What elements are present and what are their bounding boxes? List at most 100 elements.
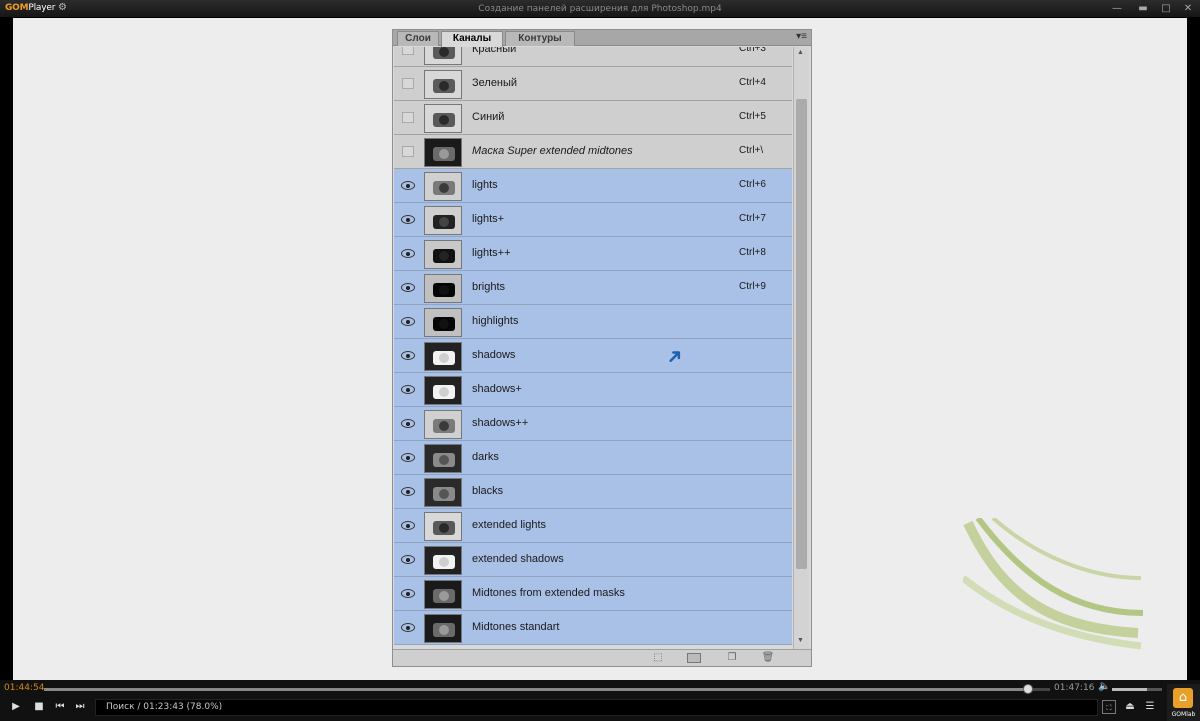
channel-row[interactable]: Красный Ctrl+3	[394, 47, 792, 67]
channel-name: highlights	[472, 315, 519, 327]
maximize-button[interactable]: □	[1158, 1, 1174, 17]
gomlab-button[interactable]: ⌂ GOMlab	[1167, 684, 1200, 721]
channel-name: blacks	[472, 485, 504, 497]
channel-name: Midtones standart	[472, 621, 560, 633]
pin-button[interactable]: —	[1109, 1, 1125, 17]
visibility-toggle[interactable]	[402, 78, 414, 89]
channel-shortcut: Ctrl+3	[739, 47, 766, 54]
channel-shortcut: Ctrl+9	[739, 281, 766, 292]
volume-slider[interactable]	[1112, 688, 1162, 691]
eye-icon[interactable]	[401, 623, 415, 632]
minimize-button[interactable]: ▬	[1135, 1, 1151, 17]
channel-thumbnail	[424, 614, 462, 643]
save-selection-icon[interactable]	[687, 653, 701, 663]
channel-shortcut: Ctrl+7	[739, 213, 766, 224]
playlist-icon[interactable]: ☰	[1143, 700, 1157, 714]
channel-row[interactable]: brights Ctrl+9	[394, 271, 792, 305]
channel-thumbnail	[424, 410, 462, 439]
eye-icon[interactable]	[401, 521, 415, 530]
eye-icon[interactable]	[401, 181, 415, 190]
new-channel-icon[interactable]: ❐	[725, 653, 739, 663]
channel-thumbnail	[424, 274, 462, 303]
lens-icon	[439, 455, 449, 465]
channel-name: shadows++	[472, 417, 529, 429]
channel-name: Midtones from extended masks	[472, 587, 625, 599]
scrollbar[interactable]: ▲ ▼	[793, 47, 809, 649]
load-selection-icon[interactable]: ⬚	[651, 653, 665, 663]
eye-icon[interactable]	[401, 555, 415, 564]
lens-icon	[439, 149, 449, 159]
channel-row[interactable]: Маска Super extended midtones Ctrl+\	[394, 135, 792, 169]
lens-icon	[439, 557, 449, 567]
channel-thumbnail	[424, 478, 462, 507]
total-time: 01:47:16	[1054, 683, 1095, 693]
stop-icon[interactable]: ■	[32, 700, 46, 714]
channel-row[interactable]: lights+ Ctrl+7	[394, 203, 792, 237]
eye-icon[interactable]	[401, 351, 415, 360]
aspect-ratio-icon[interactable]: ⛶	[1102, 700, 1116, 714]
tab-paths[interactable]: Контуры	[505, 31, 575, 46]
lens-icon	[439, 81, 449, 91]
channel-thumbnail	[424, 70, 462, 99]
channel-row[interactable]: shadows++	[394, 407, 792, 441]
video-area[interactable]: Слои Каналы Контуры ▾≡ Красный Ctrl+3 Зеле…	[13, 18, 1187, 680]
channel-shortcut: Ctrl+5	[739, 111, 766, 122]
eye-icon[interactable]	[401, 487, 415, 496]
channel-row[interactable]: Синий Ctrl+5	[394, 101, 792, 135]
tab-layers[interactable]: Слои	[397, 31, 439, 46]
lens-icon	[439, 421, 449, 431]
channel-row[interactable]: darks	[394, 441, 792, 475]
channel-row[interactable]: blacks	[394, 475, 792, 509]
close-button[interactable]: ✕	[1180, 1, 1196, 17]
gomlab-label: GOMlab	[1171, 711, 1196, 718]
eye-icon[interactable]	[401, 249, 415, 258]
channel-thumbnail	[424, 172, 462, 201]
eye-icon[interactable]	[401, 589, 415, 598]
channel-row[interactable]: Зеленый Ctrl+4	[394, 67, 792, 101]
decorative-swoosh	[963, 518, 1144, 650]
channel-row[interactable]: shadows	[394, 339, 792, 373]
channel-thumbnail	[424, 580, 462, 609]
eye-icon[interactable]	[401, 283, 415, 292]
channel-thumbnail	[424, 546, 462, 575]
visibility-toggle[interactable]	[402, 112, 414, 123]
visibility-toggle[interactable]	[402, 47, 414, 55]
volume-icon[interactable]: 🔈	[1098, 681, 1110, 692]
channel-list: Красный Ctrl+3 Зеленый Ctrl+4 Синий Ctrl+5 Мас…	[394, 47, 792, 649]
gom-player-window: GOMPlayer ⚙ Создание панелей расширения …	[0, 0, 1200, 721]
eject-icon[interactable]: ⏏	[1123, 700, 1137, 714]
lens-icon	[439, 625, 449, 635]
seek-bar[interactable]	[44, 684, 1050, 694]
lens-icon	[439, 251, 449, 261]
channel-row[interactable]: lights++ Ctrl+8	[394, 237, 792, 271]
channel-thumbnail	[424, 104, 462, 133]
channel-row[interactable]: shadows+	[394, 373, 792, 407]
scroll-down-icon[interactable]: ▼	[797, 637, 804, 644]
eye-icon[interactable]	[401, 317, 415, 326]
channel-row[interactable]: extended lights	[394, 509, 792, 543]
eye-icon[interactable]	[401, 453, 415, 462]
seek-handle[interactable]	[1022, 684, 1033, 694]
tab-channels[interactable]: Каналы	[441, 31, 503, 47]
channel-row[interactable]: highlights	[394, 305, 792, 339]
channel-row[interactable]: Midtones from extended masks	[394, 577, 792, 611]
channel-row[interactable]: extended shadows	[394, 543, 792, 577]
scrollbar-thumb[interactable]	[796, 99, 807, 569]
previous-icon[interactable]: ⏮	[53, 700, 67, 714]
channel-row[interactable]: Midtones standart	[394, 611, 792, 645]
next-icon[interactable]: ⏭	[73, 700, 87, 714]
eye-icon[interactable]	[401, 419, 415, 428]
eye-icon[interactable]	[401, 215, 415, 224]
eye-icon[interactable]	[401, 385, 415, 394]
channel-name: extended lights	[472, 519, 546, 531]
title-bar[interactable]: GOMPlayer ⚙ Создание панелей расширения …	[0, 0, 1200, 18]
channel-name: Маска Super extended midtones	[472, 145, 633, 157]
play-icon[interactable]: ▶	[9, 700, 23, 714]
channel-row[interactable]: lights Ctrl+6	[394, 169, 792, 203]
home-icon: ⌂	[1173, 688, 1193, 708]
scroll-up-icon[interactable]: ▲	[797, 49, 804, 56]
trash-icon[interactable]: 🗑	[761, 653, 775, 663]
panel-menu-icon[interactable]: ▾≡	[796, 31, 807, 42]
visibility-toggle[interactable]	[402, 146, 414, 157]
lens-icon	[439, 319, 449, 329]
